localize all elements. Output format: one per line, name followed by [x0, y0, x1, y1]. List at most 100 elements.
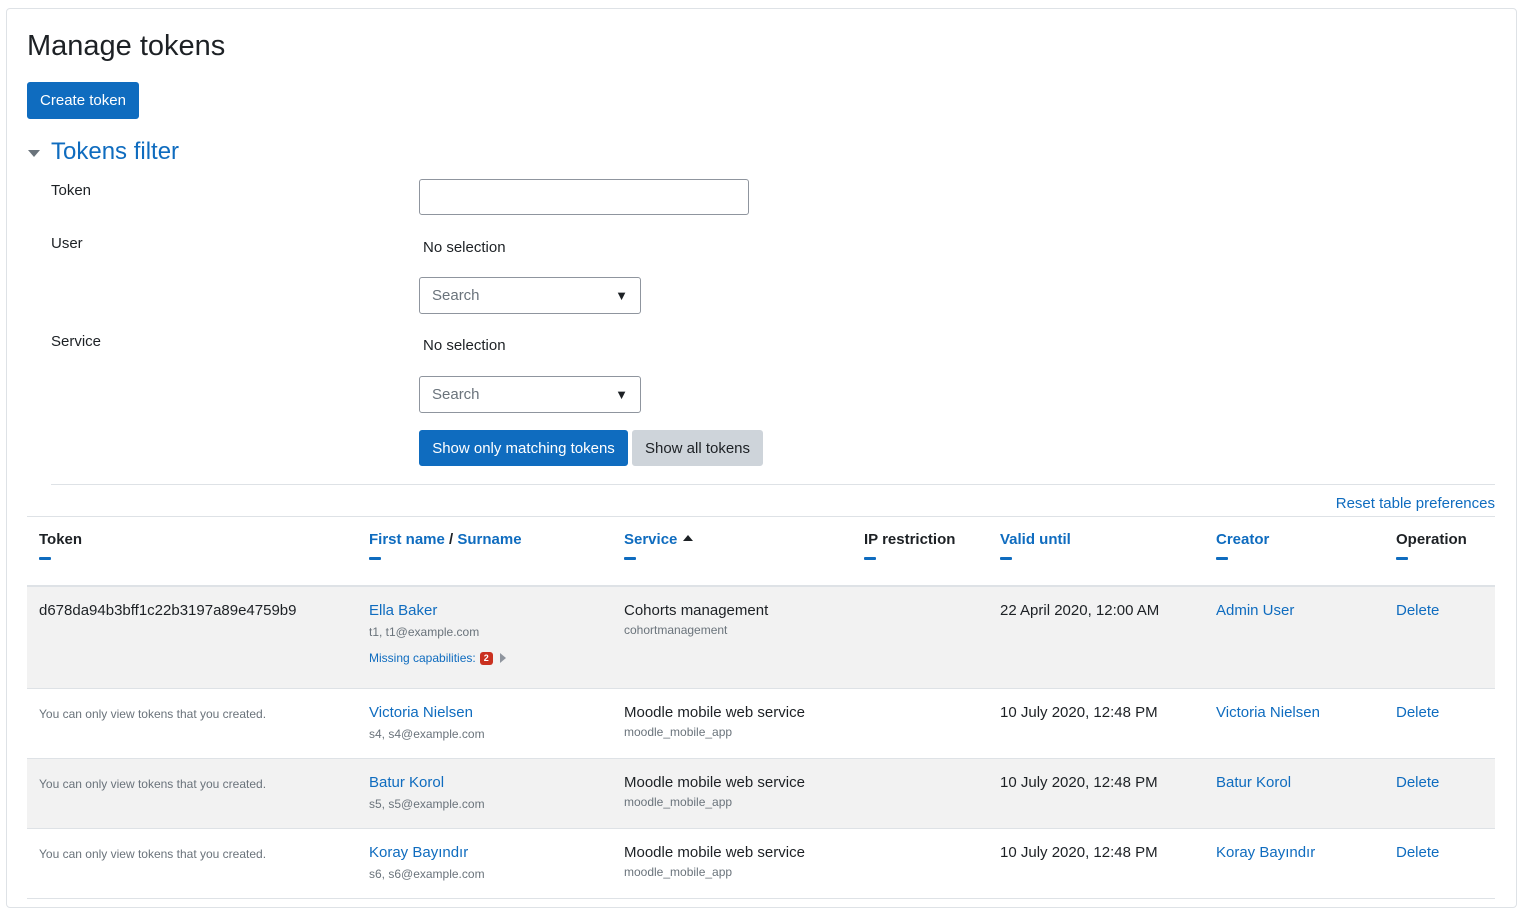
service-selection: No selection — [423, 337, 506, 354]
header-ip-label: IP restriction — [864, 531, 956, 548]
caret-down-icon — [28, 149, 40, 157]
service-shortname: moodle_mobile_app — [624, 795, 733, 809]
user-link[interactable]: Ella Baker — [369, 602, 437, 619]
caret-right-icon — [499, 653, 506, 663]
show-matching-tokens-button[interactable]: Show only matching tokens — [419, 430, 628, 466]
user-label: User — [51, 235, 83, 252]
creator-cell: Batur Korol — [1216, 774, 1291, 791]
header-token: Token — [39, 531, 82, 560]
service-search-select[interactable]: Search ▼ — [419, 376, 641, 413]
service-cell: Moodle mobile web service moodle_mobile_… — [624, 774, 805, 809]
tokens-table: Token First name / Surname Service IP re… — [27, 516, 1495, 899]
service-cell: Moodle mobile web service moodle_mobile_… — [624, 844, 805, 879]
collapse-column-icon[interactable] — [39, 557, 51, 560]
creator-link[interactable]: Admin User — [1216, 602, 1294, 619]
valid-until-value: 10 July 2020, 12:48 PM — [1000, 774, 1158, 791]
header-creator: Creator — [1216, 531, 1269, 560]
token-value: d678da94b3bff1c22b3197a89e4759b9 — [39, 602, 297, 619]
token-label: Token — [51, 182, 92, 199]
service-name: Moodle mobile web service — [624, 844, 805, 861]
creator-link[interactable]: Batur Korol — [1216, 774, 1291, 791]
creator-link[interactable]: Koray Bayındır — [1216, 844, 1315, 861]
header-valid-until: Valid until — [1000, 531, 1071, 560]
show-all-tokens-button[interactable]: Show all tokens — [632, 430, 763, 466]
collapse-column-icon[interactable] — [1216, 557, 1228, 560]
operation-cell: Delete — [1396, 602, 1439, 619]
user-cell: Koray Bayındır s6, s6@example.com — [369, 844, 485, 881]
sort-service-link[interactable]: Service — [624, 531, 677, 548]
collapse-column-icon[interactable] — [1000, 557, 1012, 560]
tokens-filter-toggle[interactable]: Tokens filter — [28, 138, 179, 166]
delete-link[interactable]: Delete — [1396, 704, 1439, 721]
table-row: You can only view tokens that you create… — [27, 829, 1495, 899]
sort-creator-link[interactable]: Creator — [1216, 531, 1269, 548]
user-selection: No selection — [423, 239, 506, 256]
service-shortname: cohortmanagement — [624, 623, 728, 637]
missing-capabilities-label: Missing capabilities: — [369, 651, 476, 665]
token-restricted-note: You can only view tokens that you create… — [39, 707, 267, 721]
operation-cell: Delete — [1396, 774, 1439, 791]
user-link[interactable]: Batur Korol — [369, 774, 444, 791]
service-name: Cohorts management — [624, 602, 769, 619]
header-ip-restriction: IP restriction — [864, 531, 955, 560]
collapse-column-icon[interactable] — [624, 557, 636, 560]
header-operation-label: Operation — [1396, 531, 1467, 548]
valid-until-value: 22 April 2020, 12:00 AM — [1000, 602, 1160, 619]
reset-table-preferences-link[interactable]: Reset table preferences — [1336, 495, 1495, 512]
header-operation: Operation — [1396, 531, 1467, 560]
user-detail: t1, t1@example.com — [369, 625, 480, 639]
valid-until-value: 10 July 2020, 12:48 PM — [1000, 844, 1158, 861]
creator-link[interactable]: Victoria Nielsen — [1216, 704, 1320, 721]
delete-link[interactable]: Delete — [1396, 602, 1439, 619]
table-row: You can only view tokens that you create… — [27, 759, 1495, 829]
user-search-placeholder: Search — [432, 287, 480, 304]
user-detail: s6, s6@example.com — [369, 867, 485, 881]
create-token-button[interactable]: Create token — [27, 82, 139, 119]
sort-surname-link[interactable]: Surname — [457, 531, 521, 548]
creator-cell: Admin User — [1216, 602, 1294, 619]
table-row: You can only view tokens that you create… — [27, 689, 1495, 759]
user-search-select[interactable]: Search ▼ — [419, 277, 641, 314]
filter-divider — [51, 484, 1495, 485]
valid-until-value: 10 July 2020, 12:48 PM — [1000, 704, 1158, 721]
sort-valid-until-link[interactable]: Valid until — [1000, 531, 1071, 548]
token-restricted-note: You can only view tokens that you create… — [39, 847, 267, 861]
collapse-column-icon[interactable] — [1396, 557, 1408, 560]
service-cell: Moodle mobile web service moodle_mobile_… — [624, 704, 805, 739]
collapse-column-icon[interactable] — [369, 557, 381, 560]
missing-count-badge: 2 — [479, 651, 493, 665]
user-cell: Batur Korol s5, s5@example.com — [369, 774, 485, 811]
service-shortname: moodle_mobile_app — [624, 865, 733, 879]
page-title: Manage tokens — [27, 30, 226, 62]
table-row: d678da94b3bff1c22b3197a89e4759b9 Ella Ba… — [27, 587, 1495, 689]
user-link[interactable]: Koray Bayındır — [369, 844, 468, 861]
name-separator: / — [444, 531, 458, 548]
table-header: Token First name / Surname Service IP re… — [27, 516, 1495, 587]
user-cell: Ella Baker t1, t1@example.com Missing ca… — [369, 602, 506, 665]
token-restricted-note: You can only view tokens that you create… — [39, 777, 267, 791]
collapse-column-icon[interactable] — [864, 557, 876, 560]
creator-cell: Victoria Nielsen — [1216, 704, 1320, 721]
header-token-label: Token — [39, 531, 83, 548]
header-service: Service — [624, 531, 694, 560]
dropdown-arrow-icon: ▼ — [615, 288, 628, 303]
missing-capabilities-toggle[interactable]: Missing capabilities: 2 — [369, 651, 506, 665]
operation-cell: Delete — [1396, 844, 1439, 861]
token-input[interactable] — [419, 179, 749, 215]
creator-cell: Koray Bayındır — [1216, 844, 1315, 861]
service-name: Moodle mobile web service — [624, 704, 805, 721]
service-name: Moodle mobile web service — [624, 774, 805, 791]
user-link[interactable]: Victoria Nielsen — [369, 704, 473, 721]
user-detail: s4, s4@example.com — [369, 727, 485, 741]
sort-first-name-link[interactable]: First name — [369, 531, 445, 548]
user-detail: s5, s5@example.com — [369, 797, 485, 811]
operation-cell: Delete — [1396, 704, 1439, 721]
delete-link[interactable]: Delete — [1396, 844, 1439, 861]
delete-link[interactable]: Delete — [1396, 774, 1439, 791]
service-label: Service — [51, 333, 102, 350]
user-cell: Victoria Nielsen s4, s4@example.com — [369, 704, 485, 741]
tokens-filter-title: Tokens filter — [51, 138, 180, 165]
service-shortname: moodle_mobile_app — [624, 725, 733, 739]
service-cell: Cohorts management cohortmanagement — [624, 602, 768, 637]
header-name: First name / Surname — [369, 531, 522, 560]
